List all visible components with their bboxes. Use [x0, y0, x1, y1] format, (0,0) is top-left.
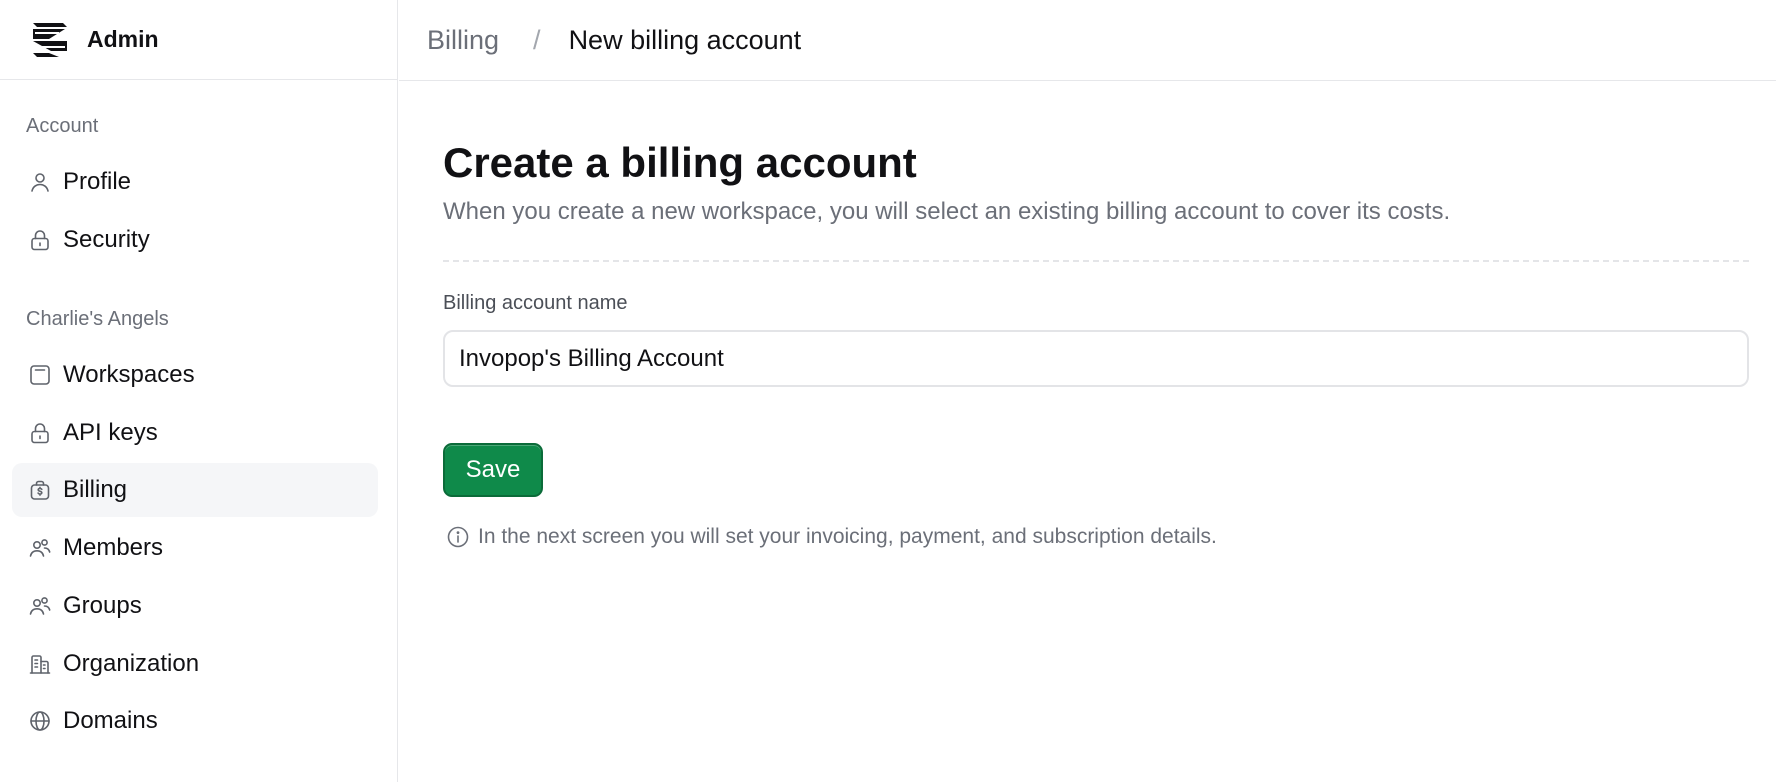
- save-button[interactable]: Save: [443, 443, 543, 497]
- nav-section-organization: Charlie's Angels: [26, 308, 169, 330]
- billing-account-name-label: Billing account name: [443, 292, 628, 314]
- sidebar-item-organization[interactable]: Organization: [12, 637, 378, 691]
- sidebar-item-billing[interactable]: Billing: [12, 463, 378, 517]
- sidebar-item-workspaces[interactable]: Workspaces: [12, 348, 378, 402]
- sidebar-item-security[interactable]: Security: [12, 213, 378, 267]
- workspace-icon: [27, 362, 53, 388]
- sidebar-item-label: Billing: [63, 476, 128, 503]
- sidebar-item-label: Members: [63, 534, 164, 561]
- sidebar-item-members[interactable]: Members: [12, 521, 378, 575]
- brand: Admin: [0, 0, 397, 80]
- sidebar-item-label: Domains: [63, 707, 158, 734]
- page-title: Create a billing account: [443, 139, 917, 186]
- breadcrumb: Billing / New billing account: [399, 0, 1776, 81]
- breadcrumb-separator: /: [533, 24, 541, 55]
- sidebar-item-groups[interactable]: Groups: [12, 579, 378, 633]
- sidebar-item-label: Groups: [63, 592, 142, 619]
- sidebar-item-label: Organization: [63, 650, 200, 677]
- globe-icon: [27, 708, 53, 734]
- info-icon: [447, 526, 469, 548]
- nav-section-account: Account: [26, 115, 99, 137]
- sidebar-item-api-keys[interactable]: API keys: [12, 406, 378, 460]
- billing-icon: [27, 477, 53, 503]
- lock-icon: [27, 420, 53, 446]
- sidebar-item-label: Workspaces: [63, 361, 195, 388]
- page-subtitle: When you create a new workspace, you wil…: [443, 198, 1451, 225]
- app-name: Admin: [87, 26, 159, 52]
- section-divider: [443, 260, 1749, 262]
- hint-text: In the next screen you will set your inv…: [478, 525, 1217, 548]
- users-icon: [27, 593, 53, 619]
- sidebar-item-label: Security: [63, 226, 150, 253]
- breadcrumb-current: New billing account: [568, 24, 802, 55]
- lock-icon: [27, 227, 53, 253]
- sidebar-item-label: Profile: [63, 168, 132, 195]
- building-icon: [27, 651, 53, 677]
- sidebar: Admin Account Profile Security Charlie's…: [0, 0, 398, 782]
- sidebar-item-profile[interactable]: Profile: [12, 155, 378, 209]
- sidebar-item-label: API keys: [63, 419, 158, 446]
- info-hint: In the next screen you will set your inv…: [446, 525, 1217, 549]
- sidebar-item-domains[interactable]: Domains: [12, 694, 378, 748]
- user-icon: [27, 169, 53, 195]
- app-logo-icon: [33, 22, 67, 57]
- users-icon: [27, 535, 53, 561]
- breadcrumb-parent-link[interactable]: Billing: [427, 25, 499, 56]
- billing-account-name-input[interactable]: [443, 330, 1749, 387]
